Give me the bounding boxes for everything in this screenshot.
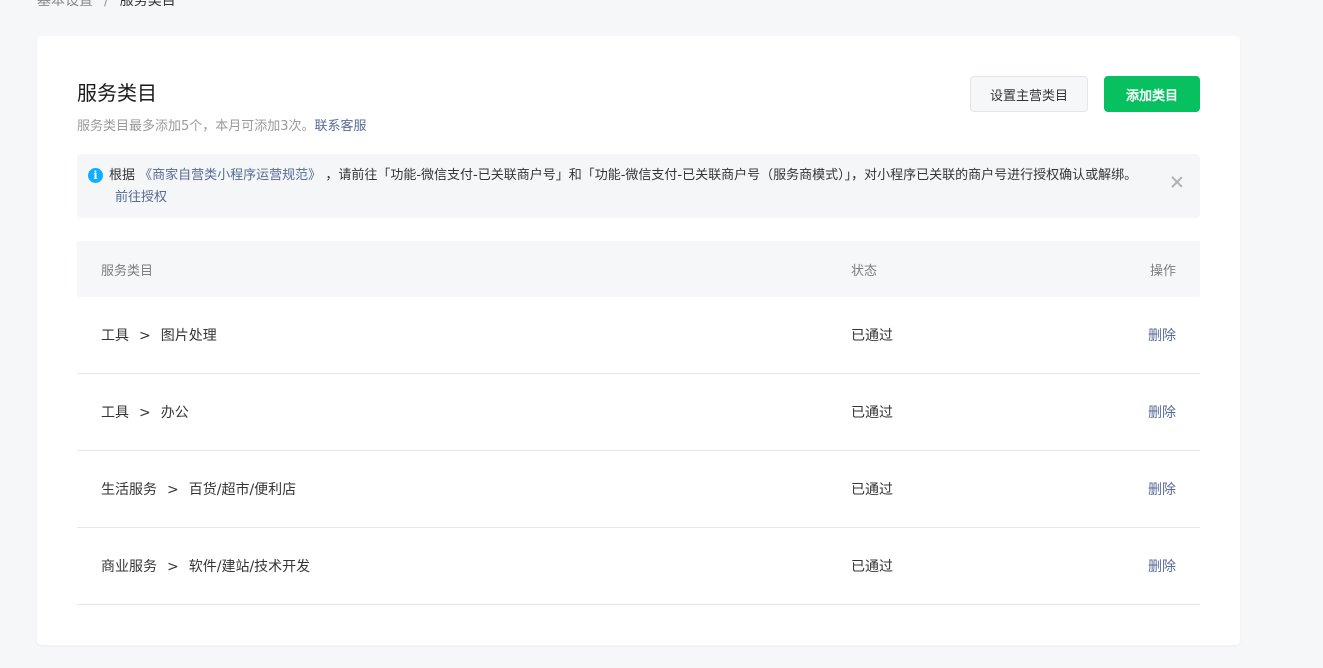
- category-level2: 软件/建站/技术开发: [188, 559, 311, 575]
- notice-text-before: 根据: [109, 168, 136, 183]
- category-table: 服务类目 状态 操作 工具 > 图片处理 已通过 删除 工具 > 办公 已通过 删除 生…: [77, 241, 1200, 605]
- status-text: 已通过: [851, 482, 893, 498]
- status-text: 已通过: [851, 405, 893, 421]
- rules-link[interactable]: 《商家自营类小程序运营规范》: [139, 168, 321, 183]
- category-path: 工具 > 办公: [77, 402, 826, 422]
- table-row: 工具 > 图片处理 已通过 删除: [77, 297, 1200, 374]
- add-category-button[interactable]: 添加类目: [1104, 76, 1200, 112]
- go-authorize-link[interactable]: 前往授权: [115, 190, 167, 205]
- category-path: 工具 > 图片处理: [77, 325, 826, 345]
- close-icon[interactable]: [1170, 175, 1184, 189]
- table-row: 商业服务 > 软件/建站/技术开发 已通过 删除: [77, 528, 1200, 605]
- header-category: 服务类目: [101, 263, 154, 279]
- breadcrumb-current: 服务类目: [119, 0, 176, 9]
- breadcrumb: 基本设置 / 服务类目: [37, 0, 176, 11]
- delete-link[interactable]: 删除: [1148, 559, 1176, 575]
- table-header: 服务类目 状态 操作: [77, 241, 1200, 297]
- header-action: 操作: [1149, 263, 1176, 279]
- arrow-separator: >: [167, 482, 179, 498]
- header-status: 状态: [851, 263, 878, 279]
- category-level1: 工具: [101, 328, 129, 344]
- category-level1: 商业服务: [101, 559, 157, 575]
- delete-link[interactable]: 删除: [1148, 328, 1176, 344]
- category-level1: 生活服务: [101, 482, 157, 498]
- breadcrumb-separator: /: [104, 0, 109, 9]
- table-row: 生活服务 > 百货/超市/便利店 已通过 删除: [77, 451, 1200, 528]
- set-main-category-button[interactable]: 设置主营类目: [970, 76, 1088, 112]
- delete-link[interactable]: 删除: [1148, 405, 1176, 421]
- status-text: 已通过: [851, 328, 893, 344]
- arrow-separator: >: [167, 559, 179, 575]
- category-level1: 工具: [101, 405, 129, 421]
- category-path: 商业服务 > 软件/建站/技术开发: [77, 556, 826, 576]
- table-row: 工具 > 办公 已通过 删除: [77, 374, 1200, 451]
- arrow-separator: >: [139, 328, 151, 344]
- breadcrumb-parent[interactable]: 基本设置: [37, 0, 93, 11]
- category-level2: 百货/超市/便利店: [188, 482, 297, 498]
- notice-banner: i 根据 《商家自营类小程序运营规范》 ，请前往「功能-微信支付-已关联商户号」…: [77, 154, 1200, 218]
- info-icon: i: [88, 168, 103, 183]
- status-text: 已通过: [851, 559, 893, 575]
- arrow-separator: >: [139, 405, 151, 421]
- category-path: 生活服务 > 百货/超市/便利店: [77, 479, 826, 499]
- description-text: 服务类目最多添加5个，本月可添加3次。: [77, 119, 315, 134]
- delete-link[interactable]: 删除: [1148, 482, 1176, 498]
- page-title: 服务类目: [77, 81, 157, 105]
- page-description: 服务类目最多添加5个，本月可添加3次。联系客服: [77, 117, 367, 137]
- contact-support-link[interactable]: 联系客服: [315, 119, 367, 134]
- notice-text-after: ，请前往「功能-微信支付-已关联商户号」和「功能-微信支付-已关联商户号（服务商…: [325, 168, 1138, 183]
- service-category-card: 服务类目 服务类目最多添加5个，本月可添加3次。联系客服 设置主营类目 添加类目…: [37, 36, 1240, 645]
- category-level2: 办公: [160, 405, 189, 421]
- category-level2: 图片处理: [160, 328, 217, 344]
